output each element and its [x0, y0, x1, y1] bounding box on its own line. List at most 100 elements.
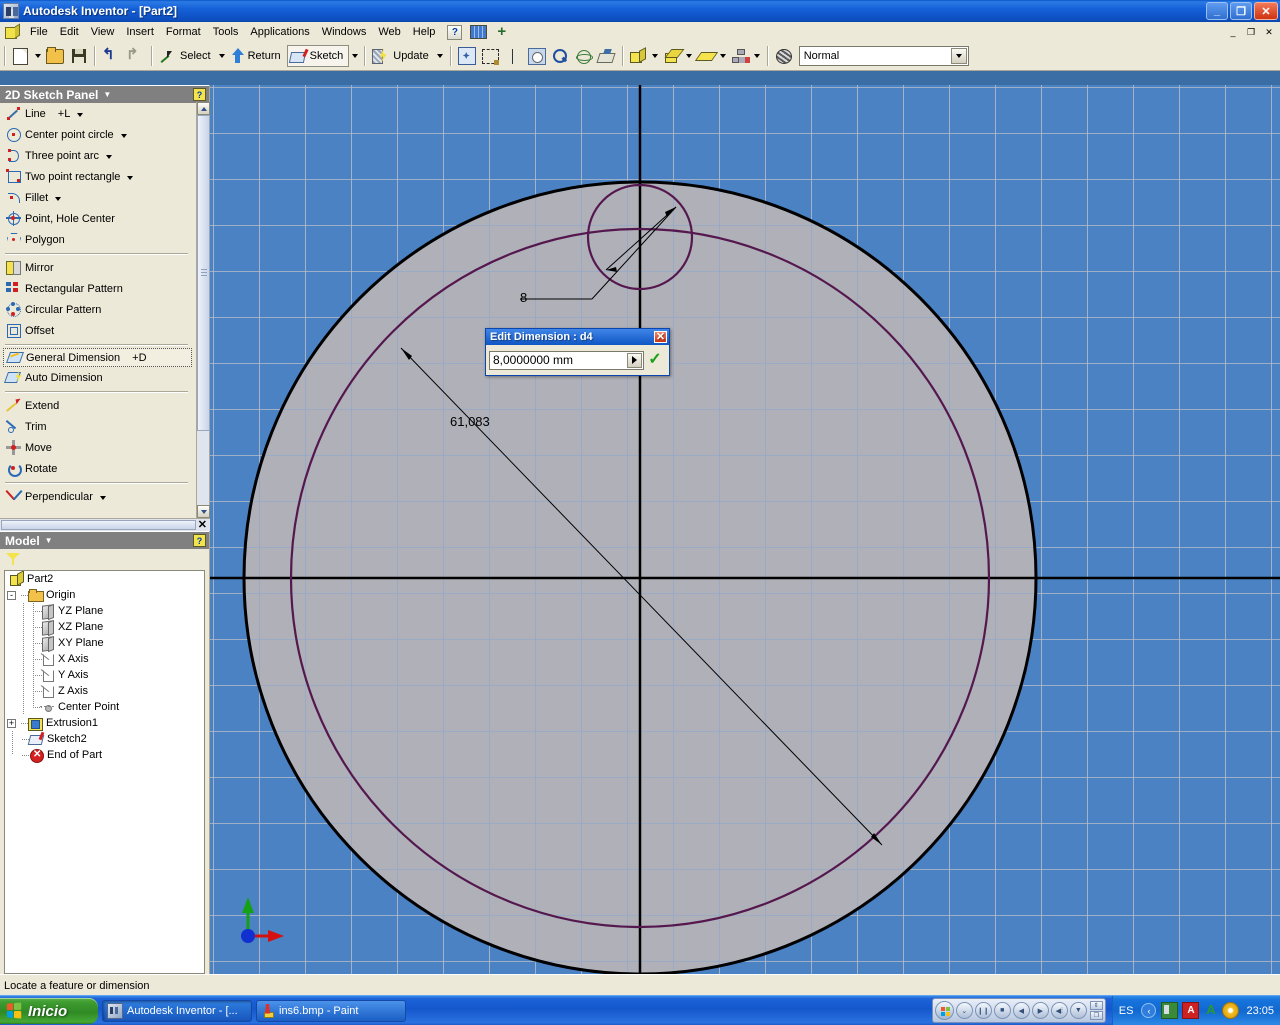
- select-dropdown-icon[interactable]: [217, 46, 228, 66]
- update-dropdown-icon[interactable]: [435, 46, 446, 66]
- ad-aware-icon[interactable]: A: [1203, 1003, 1218, 1018]
- tree-item-xz-plane[interactable]: XZ Plane: [5, 619, 204, 635]
- display-dropdown-icon[interactable]: [650, 46, 661, 66]
- sketch-tool-rotate[interactable]: Rotate: [0, 458, 196, 479]
- menu-web[interactable]: Web: [372, 24, 406, 40]
- help-icon[interactable]: ?: [447, 25, 462, 40]
- chevron-down-icon[interactable]: ▼: [103, 90, 111, 99]
- menu-file[interactable]: File: [24, 24, 54, 40]
- dialog-close-button[interactable]: ✕: [654, 331, 667, 343]
- look-at-button[interactable]: [595, 45, 618, 67]
- add-icon[interactable]: +: [497, 27, 506, 37]
- grid-icon[interactable]: [470, 25, 487, 39]
- sketch-canvas[interactable]: 61,083 8: [210, 85, 1280, 974]
- disc-icon[interactable]: [1222, 1002, 1239, 1019]
- open-button[interactable]: [43, 45, 67, 67]
- line-dropdown-icon[interactable]: [76, 107, 85, 121]
- mdi-close-button[interactable]: ✕: [1261, 25, 1277, 39]
- antivirus-icon[interactable]: A: [1182, 1002, 1199, 1019]
- sketch-tool-fillet[interactable]: Fillet: [0, 187, 196, 208]
- minimize-button[interactable]: _: [1206, 2, 1228, 20]
- sketch-tool-offset[interactable]: Offset: [0, 320, 196, 341]
- sketch-dropdown-icon[interactable]: [349, 46, 360, 66]
- scroll-down-button[interactable]: [197, 505, 210, 518]
- media-volume-button[interactable]: ◀⁞: [1051, 1002, 1068, 1019]
- style-combobox[interactable]: Normal: [799, 46, 969, 66]
- expander-icon[interactable]: -: [7, 591, 16, 600]
- media-pause-button[interactable]: ❙❙: [975, 1002, 992, 1019]
- media-stop-button[interactable]: ■: [994, 1002, 1011, 1019]
- component-button[interactable]: [729, 45, 752, 67]
- language-indicator[interactable]: ES: [1119, 1005, 1134, 1017]
- zoom-button[interactable]: [549, 45, 572, 67]
- clock[interactable]: 23:05: [1246, 1005, 1274, 1017]
- model-panel-help-icon[interactable]: ?: [193, 534, 206, 547]
- hscrollbar-thumb[interactable]: [1, 520, 196, 530]
- media-previous-button[interactable]: ◀: [1013, 1002, 1030, 1019]
- sketch-tool-polygon[interactable]: Polygon: [0, 229, 196, 250]
- camera-button[interactable]: [695, 45, 718, 67]
- save-button[interactable]: [67, 45, 90, 67]
- sketch-panel-scrollbar[interactable]: [196, 102, 209, 518]
- pan-button[interactable]: [455, 45, 479, 67]
- mdi-minimize-button[interactable]: _: [1225, 25, 1241, 39]
- sketch-tool-auto-dimension[interactable]: Auto Dimension: [0, 367, 196, 388]
- media-volume-dropdown-icon[interactable]: ▼: [1070, 1002, 1087, 1019]
- dimension-dropdown-icon[interactable]: [627, 353, 642, 368]
- return-button[interactable]: Return: [228, 45, 287, 67]
- sketch-tool-circular-pattern[interactable]: Circular Pattern: [0, 299, 196, 320]
- chevron-down-icon[interactable]: ▼: [45, 536, 53, 545]
- sketch-tool-mirror[interactable]: Mirror: [0, 257, 196, 278]
- tree-item-x-axis[interactable]: X Axis: [5, 651, 204, 667]
- sketch-panel-header[interactable]: 2D Sketch Panel ▼ ?: [0, 85, 209, 103]
- sketch-panel-hscrollbar[interactable]: ✕: [0, 518, 210, 531]
- new-dropdown-icon[interactable]: [32, 46, 43, 66]
- sketch-panel-help-icon[interactable]: ?: [193, 88, 206, 101]
- maximize-button[interactable]: ❐: [1230, 2, 1252, 20]
- component-dropdown-icon[interactable]: [752, 46, 763, 66]
- zoom-window-button[interactable]: [479, 45, 502, 67]
- media-restore-button[interactable]: ❐: [1090, 1011, 1103, 1020]
- menu-edit[interactable]: Edit: [54, 24, 85, 40]
- tray-expand-icon[interactable]: ‹: [1141, 1003, 1156, 1018]
- menu-view[interactable]: View: [85, 24, 121, 40]
- scrollbar-thumb[interactable]: [197, 115, 210, 431]
- sketch-tool-move[interactable]: Move: [0, 437, 196, 458]
- tree-item-part2[interactable]: Part2: [5, 571, 204, 587]
- undo-button[interactable]: ↰: [99, 45, 123, 67]
- sketch-tool-point-hole-center[interactable]: Point, Hole Center: [0, 208, 196, 229]
- taskbar-item-inventor[interactable]: Autodesk Inventor - [...: [102, 1000, 252, 1022]
- menu-help[interactable]: Help: [407, 24, 442, 40]
- dialog-title-bar[interactable]: Edit Dimension : d4 ✕: [486, 329, 669, 345]
- dialog-accept-button[interactable]: ✓: [644, 352, 666, 368]
- tree-item-z-axis[interactable]: Z Axis: [5, 683, 204, 699]
- display-shaded-button[interactable]: [661, 45, 684, 67]
- sketch-tool-center-point-circle[interactable]: Center point circle: [0, 124, 196, 145]
- media-stack-buttons[interactable]: ⇕ ❐: [1090, 1001, 1103, 1020]
- sketch-tool-two-point-rectangle[interactable]: Two point rectangle: [0, 166, 196, 187]
- dimension-value-field[interactable]: [489, 351, 644, 370]
- taskbar-item-paint[interactable]: ins6.bmp - Paint: [256, 1000, 406, 1022]
- tree-item-center-point[interactable]: Center Point: [5, 699, 204, 715]
- model-tree[interactable]: Part2 - Origin YZ Plane: [4, 570, 205, 974]
- tree-item-extrusion1[interactable]: + Extrusion1: [5, 715, 204, 731]
- expander-icon[interactable]: +: [7, 719, 16, 728]
- menu-format[interactable]: Format: [160, 24, 207, 40]
- menu-insert[interactable]: Insert: [120, 24, 160, 40]
- mdi-restore-button[interactable]: ❐: [1243, 25, 1259, 39]
- camera-dropdown-icon[interactable]: [718, 46, 729, 66]
- small-circle-dimension-value[interactable]: 8: [520, 290, 527, 305]
- tree-item-end-of-part[interactable]: End of Part: [5, 747, 204, 763]
- sketch-panel-close-icon[interactable]: ✕: [198, 520, 207, 530]
- media-expand-button[interactable]: ⇕: [1090, 1001, 1103, 1010]
- perpendicular-dropdown-icon[interactable]: [99, 490, 108, 504]
- media-next-button[interactable]: ▶: [1032, 1002, 1049, 1019]
- zoom-select-button[interactable]: [525, 45, 549, 67]
- media-player-band[interactable]: ⌄ ❙❙ ■ ◀ ▶ ◀⁞ ▼ ⇕ ❐: [932, 998, 1106, 1023]
- menu-applications[interactable]: Applications: [244, 24, 315, 40]
- tree-item-yz-plane[interactable]: YZ Plane: [5, 603, 204, 619]
- display-wireframe-button[interactable]: [627, 45, 650, 67]
- select-button[interactable]: Select: [156, 45, 217, 67]
- scroll-up-button[interactable]: [197, 102, 210, 115]
- sketch-tool-rectangular-pattern[interactable]: Rectangular Pattern: [0, 278, 196, 299]
